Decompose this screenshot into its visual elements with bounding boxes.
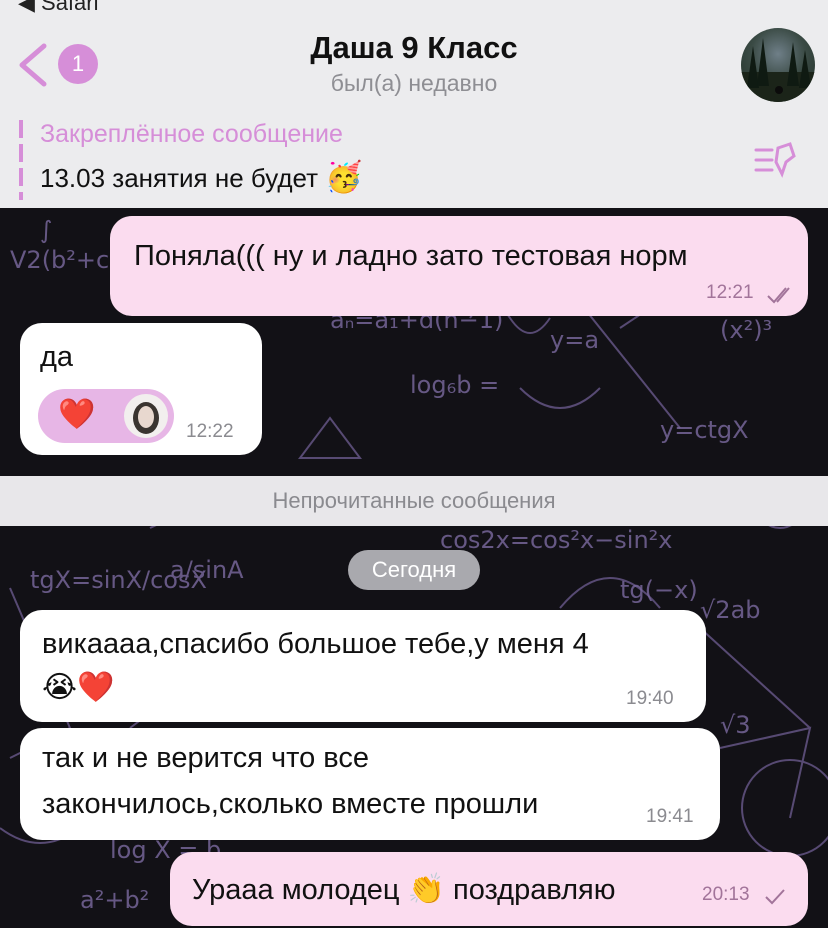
message-time: 20:13: [702, 884, 750, 905]
pinned-indicator: [19, 120, 23, 200]
contact-avatar[interactable]: [741, 28, 815, 102]
message-time: 19:40: [626, 688, 674, 709]
message-bubble-outgoing[interactable]: Урааа молодец 👏 поздравляю 20:13: [170, 852, 808, 926]
message-text: Поняла((( ну и ладно зато тестовая норм: [134, 240, 688, 272]
reactor-avatar-image: [133, 402, 159, 434]
crying-heart-emojis: 😭❤️: [42, 671, 115, 704]
message-list[interactable]: V2(b²+c²) ∫ aₙ=a₁+d(n−1) X−2Y log₆b = y=…: [0, 208, 828, 928]
message-bubble-incoming[interactable]: викаааа,спасибо большое тебе,у меня 4 😭❤…: [20, 610, 706, 722]
svg-text:log₆b =: log₆b =: [410, 371, 499, 399]
unread-messages-divider: Непрочитанные сообщения: [0, 476, 828, 526]
message-text-line: так и не верится что все: [42, 742, 370, 774]
heart-reaction-emoji: ❤️: [58, 398, 96, 431]
status-bar-back-to-app[interactable]: ◀ Safari: [18, 0, 99, 16]
pin-list-icon[interactable]: [752, 140, 798, 180]
message-text: Урааа молодец 👏 поздравляю: [192, 872, 615, 907]
partying-face-emoji: 🥳: [325, 161, 363, 194]
message-text-part: Урааа молодец: [192, 874, 408, 906]
last-seen-status: был(а) недавно: [330, 70, 498, 96]
svg-text:∫: ∫: [40, 216, 53, 244]
svg-text:cos2x=cos²x−sin²x: cos2x=cos²x−sin²x: [440, 526, 673, 554]
pinned-label: Закреплённое сообщение: [40, 120, 343, 148]
svg-text:√2ab: √2ab: [700, 596, 761, 624]
chat-header: ◀ Safari 1 Даша 9 Класс был(а) недавно: [0, 0, 828, 109]
reaction-chip[interactable]: ❤️: [38, 389, 174, 443]
message-bubble-incoming[interactable]: да ❤️ 12:22: [20, 323, 262, 455]
reactor-avatar: [124, 394, 168, 438]
single-check-icon: [765, 889, 785, 905]
svg-text:(x²)³: (x²)³: [720, 316, 772, 344]
message-bubble-incoming[interactable]: так и не верится что все закончилось,ско…: [20, 728, 720, 840]
message-bubble-outgoing[interactable]: Поняла((( ну и ладно зато тестовая норм …: [110, 216, 808, 316]
date-separator: Сегодня: [348, 550, 480, 590]
svg-text:a²+b²: a²+b²: [80, 886, 149, 914]
svg-text:y=ctgX: y=ctgX: [660, 416, 749, 444]
double-check-icon: [767, 287, 790, 304]
chat-title[interactable]: Даша 9 Класс: [0, 30, 828, 66]
message-text-line: закончилось,сколько вместе прошли: [42, 788, 539, 820]
message-time: 12:22: [186, 421, 234, 442]
message-text-part: поздравляю: [444, 874, 616, 906]
pinned-text-content: 13.03 занятия не будет: [40, 163, 319, 193]
pinned-text: 13.03 занятия не будет 🥳: [40, 160, 363, 195]
message-time: 12:21: [706, 282, 754, 303]
message-time: 19:41: [646, 806, 694, 827]
message-text-line: викаааа,спасибо большое тебе,у меня 4: [42, 628, 589, 660]
pinned-message-bar[interactable]: Закреплённое сообщение 13.03 занятия не …: [0, 108, 828, 208]
clapping-hands-emoji: 👏: [407, 873, 445, 906]
svg-text:y=a: y=a: [550, 326, 599, 354]
svg-text:tg(−x): tg(−x): [620, 576, 698, 604]
svg-text:a/sinA: a/sinA: [170, 556, 244, 584]
forest-photo: [741, 38, 815, 102]
svg-text:√3: √3: [720, 711, 751, 739]
message-text: да: [40, 341, 74, 373]
